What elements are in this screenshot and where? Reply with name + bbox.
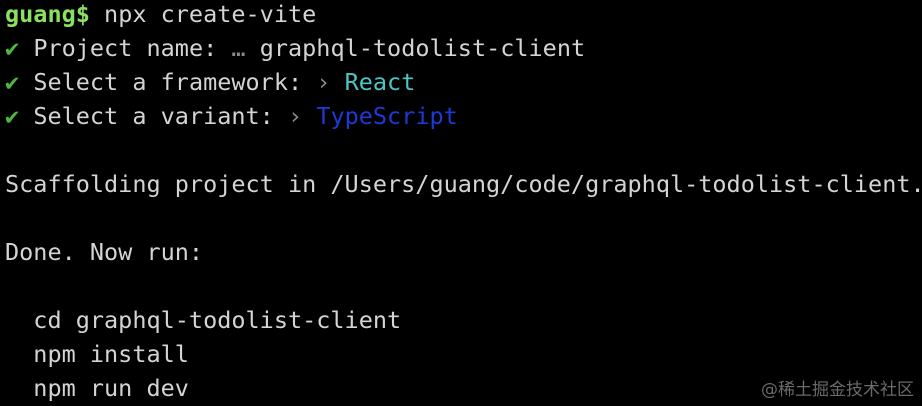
next-step: npm install (5, 337, 922, 371)
check-icon: ✔ (5, 34, 20, 62)
answer-project-name: ✔ Project name: … graphql-todolist-clien… (5, 31, 922, 65)
answer-framework: ✔ Select a framework: › React (5, 65, 922, 99)
answer-label: Select a variant: (33, 102, 274, 130)
answer-value: React (344, 68, 416, 96)
terminal-output: guang$ npx create-vite ✔ Project name: …… (5, 0, 922, 405)
next-step-text: npm install (33, 340, 189, 368)
next-step-text: npm run dev (33, 374, 189, 402)
ellipsis-icon: … (231, 34, 246, 62)
watermark: @稀土掘金技术社区 (761, 380, 914, 400)
done-message: Done. Now run: (5, 238, 204, 266)
command-text: npx create-vite (104, 0, 317, 28)
chevron-right-icon: › (316, 68, 331, 96)
answer-value: TypeScript (316, 102, 458, 130)
next-step-text: cd graphql-todolist-client (33, 306, 402, 334)
scaffolding-message: Scaffolding project in /Users/guang/code… (5, 170, 922, 198)
check-icon: ✔ (5, 68, 20, 96)
answer-label: Project name: (33, 34, 218, 62)
command-line: guang$ npx create-vite (5, 0, 922, 31)
shell-prompt: guang$ (5, 0, 90, 28)
chevron-right-icon: › (288, 102, 303, 130)
answer-variant: ✔ Select a variant: › TypeScript (5, 99, 922, 133)
answer-label: Select a framework: (33, 68, 303, 96)
check-icon: ✔ (5, 102, 20, 130)
answer-value: graphql-todolist-client (259, 34, 586, 62)
next-step: cd graphql-todolist-client (5, 303, 922, 337)
